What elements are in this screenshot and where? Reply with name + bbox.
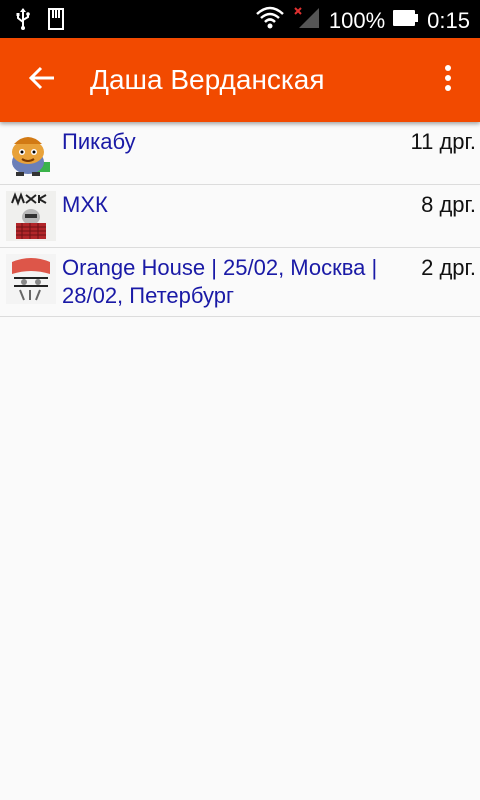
wifi-icon (255, 6, 285, 35)
usb-icon (16, 8, 30, 35)
list-item[interactable]: Orange House | 25/02, Москва | 28/02, Пе… (0, 248, 480, 317)
back-button[interactable] (18, 56, 66, 104)
list-item[interactable]: Пикабу 11 дрг. (0, 122, 480, 185)
overflow-menu-button[interactable] (430, 56, 466, 104)
pikabu-avatar (6, 128, 56, 178)
item-name[interactable]: Пикабу (62, 128, 392, 156)
sd-card-icon (48, 8, 64, 35)
item-count: 11 дрг. (410, 129, 476, 154)
orange-house-avatar (6, 254, 56, 304)
battery-icon (393, 9, 419, 32)
clock: 0:15 (427, 7, 470, 33)
community-list: Пикабу 11 дрг. МХК 8 дрг. Orange House |… (0, 122, 480, 317)
page-title: Даша Верданская (90, 64, 325, 95)
app-bar: Даша Верданская (0, 38, 480, 122)
item-name[interactable]: Orange House | 25/02, Москва | 28/02, Пе… (62, 254, 392, 310)
item-count: 2 дрг. (421, 255, 476, 280)
battery-percent: 100% (328, 7, 386, 33)
mhk-avatar (6, 191, 56, 241)
signal-icon (293, 6, 321, 35)
item-count: 8 дрг. (421, 192, 476, 217)
arrow-back-icon (28, 64, 56, 97)
list-item[interactable]: МХК 8 дрг. (0, 185, 480, 248)
status-bar: 100% 0:15 (0, 0, 480, 38)
more-vert-icon (444, 64, 452, 97)
item-name[interactable]: МХК (62, 191, 392, 219)
